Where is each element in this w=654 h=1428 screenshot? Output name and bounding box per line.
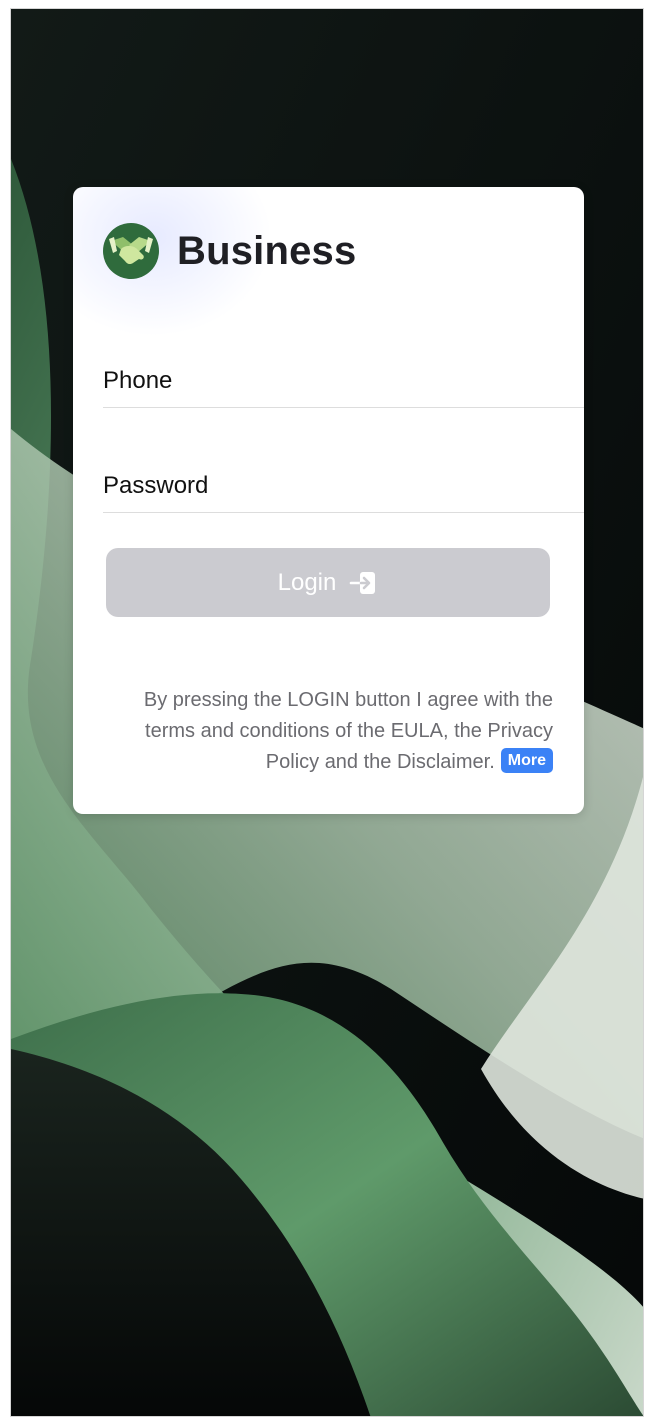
brand-header: Business bbox=[103, 223, 356, 279]
terms-notice: By pressing the LOGIN button I agree wit… bbox=[113, 685, 553, 778]
login-button-label: Login bbox=[277, 568, 337, 596]
password-field[interactable] bbox=[103, 464, 584, 513]
app-title: Business bbox=[177, 228, 357, 273]
terms-text: By pressing the LOGIN button I agree wit… bbox=[143, 689, 553, 773]
login-card: Business Login By pressing the LOGIN but… bbox=[73, 187, 584, 814]
more-button[interactable]: More bbox=[500, 748, 553, 773]
screen-frame: Business Login By pressing the LOGIN but… bbox=[10, 8, 644, 1417]
phone-field[interactable] bbox=[103, 359, 584, 408]
password-input[interactable] bbox=[103, 468, 584, 504]
handshake-icon bbox=[103, 223, 159, 279]
login-button[interactable]: Login bbox=[106, 548, 550, 617]
sign-in-icon bbox=[350, 571, 376, 594]
phone-input[interactable] bbox=[103, 363, 584, 399]
